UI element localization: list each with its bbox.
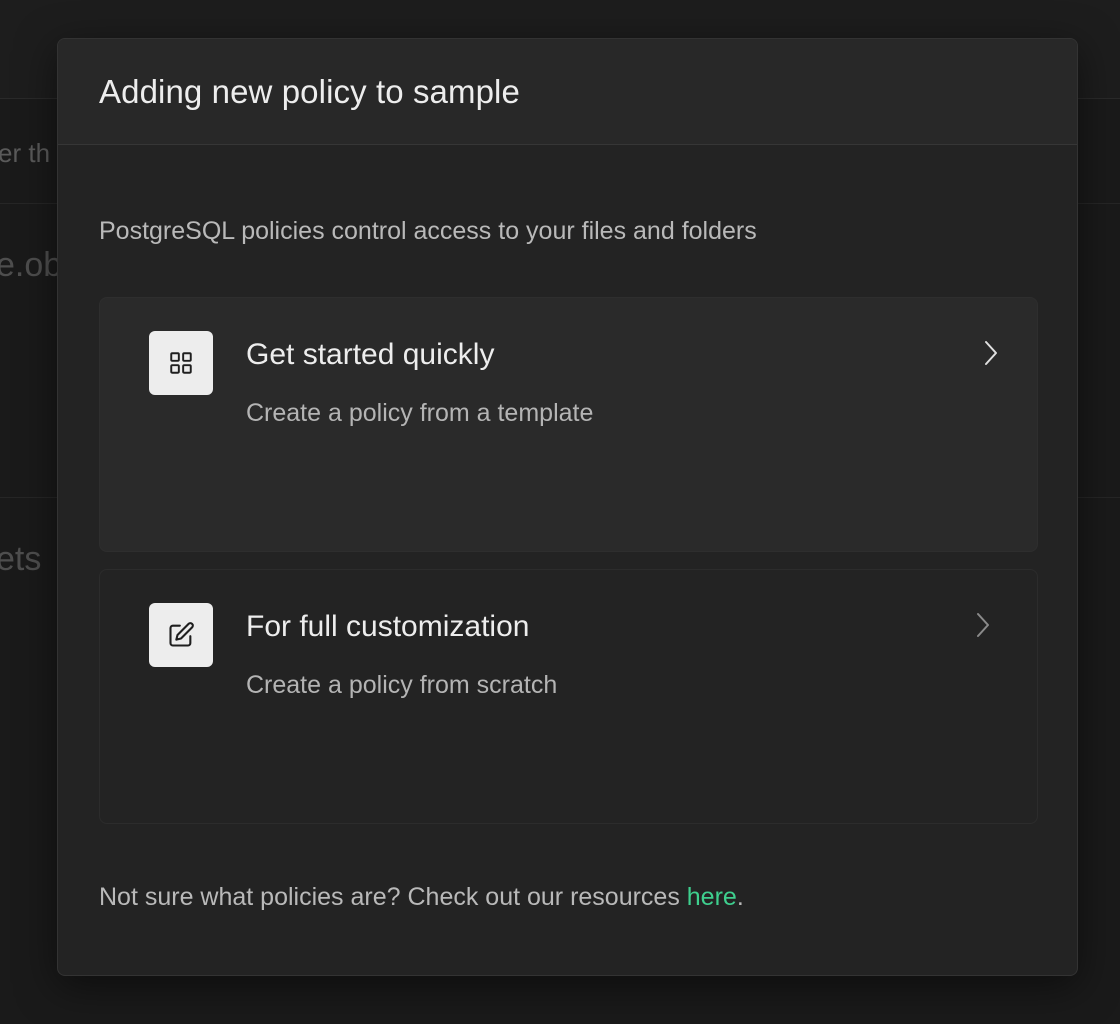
background-text: er th — [0, 138, 51, 168]
help-footer: Not sure what policies are? Check out ou… — [99, 883, 744, 912]
option-subtitle: Create a policy from a template — [246, 399, 594, 427]
background-text: ets — [0, 540, 42, 578]
option-icon-box — [149, 331, 213, 395]
option-icon-box — [149, 603, 213, 667]
resources-link[interactable]: here — [687, 883, 737, 911]
add-policy-modal: Adding new policy to sample PostgreSQL p… — [57, 38, 1078, 976]
option-card-scratch[interactable]: For full customization Create a policy f… — [99, 569, 1038, 824]
option-subtitle: Create a policy from scratch — [246, 671, 558, 699]
option-card-template[interactable]: Get started quickly Create a policy from… — [99, 297, 1038, 552]
chevron-right-icon — [981, 338, 1001, 368]
chevron-right-icon — [973, 610, 993, 640]
modal-description: PostgreSQL policies control access to yo… — [99, 217, 757, 245]
modal-title: Adding new policy to sample — [99, 72, 520, 110]
help-text-suffix: . — [736, 883, 744, 911]
modal-header: Adding new policy to sample — [58, 39, 1077, 145]
edit-icon — [169, 622, 194, 647]
grid-icon — [170, 352, 192, 374]
background-text: e.ob — [0, 246, 63, 284]
option-title: Get started quickly — [246, 338, 495, 371]
help-text: Not sure what policies are? Check out ou… — [99, 883, 687, 911]
option-title: For full customization — [246, 610, 530, 643]
